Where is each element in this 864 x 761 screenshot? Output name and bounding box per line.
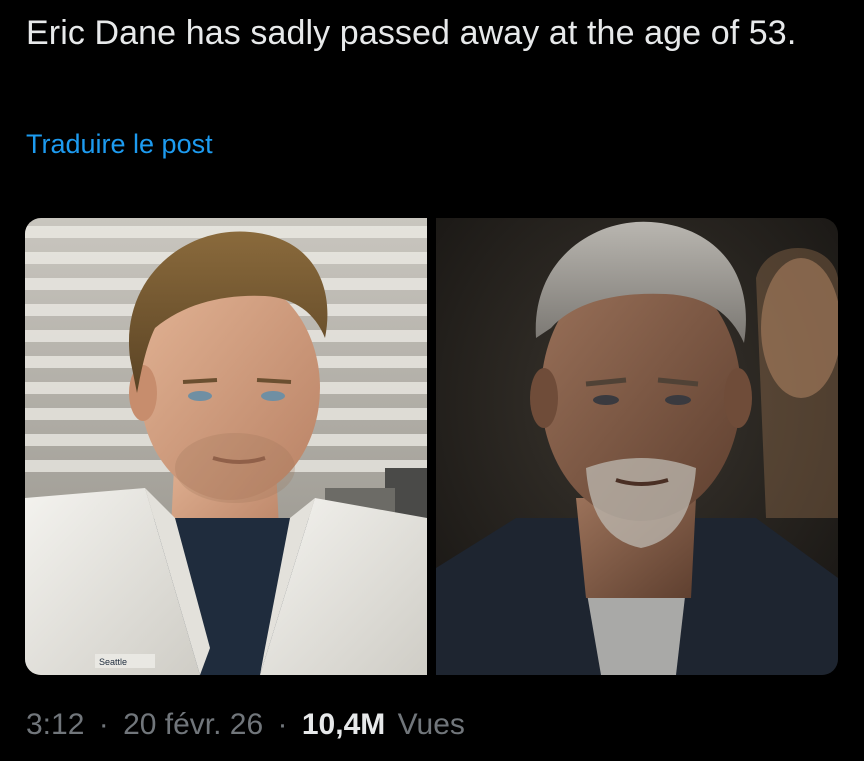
media-grid: Seattle xyxy=(25,218,838,675)
portrait-photo-jacket-icon xyxy=(436,218,838,675)
views-label: Vues xyxy=(397,708,465,741)
meta-separator: · xyxy=(98,708,109,741)
post-text: Eric Dane has sadly passed away at the a… xyxy=(26,14,797,52)
meta-separator: · xyxy=(277,708,288,741)
post-time[interactable]: 3:12 xyxy=(26,708,84,741)
translate-post-link[interactable]: Traduire le post xyxy=(26,127,213,161)
portrait-photo-scrubs-icon: Seattle xyxy=(25,218,427,675)
views-count[interactable]: 10,4M xyxy=(302,708,385,741)
coat-badge: Seattle xyxy=(99,657,127,667)
media-photo-left[interactable]: Seattle xyxy=(25,218,427,675)
media-photo-right[interactable] xyxy=(436,218,838,675)
post-date[interactable]: 20 févr. 26 xyxy=(123,708,263,741)
post-meta: 3:12 · 20 févr. 26 · 10,4M Vues xyxy=(26,705,465,745)
